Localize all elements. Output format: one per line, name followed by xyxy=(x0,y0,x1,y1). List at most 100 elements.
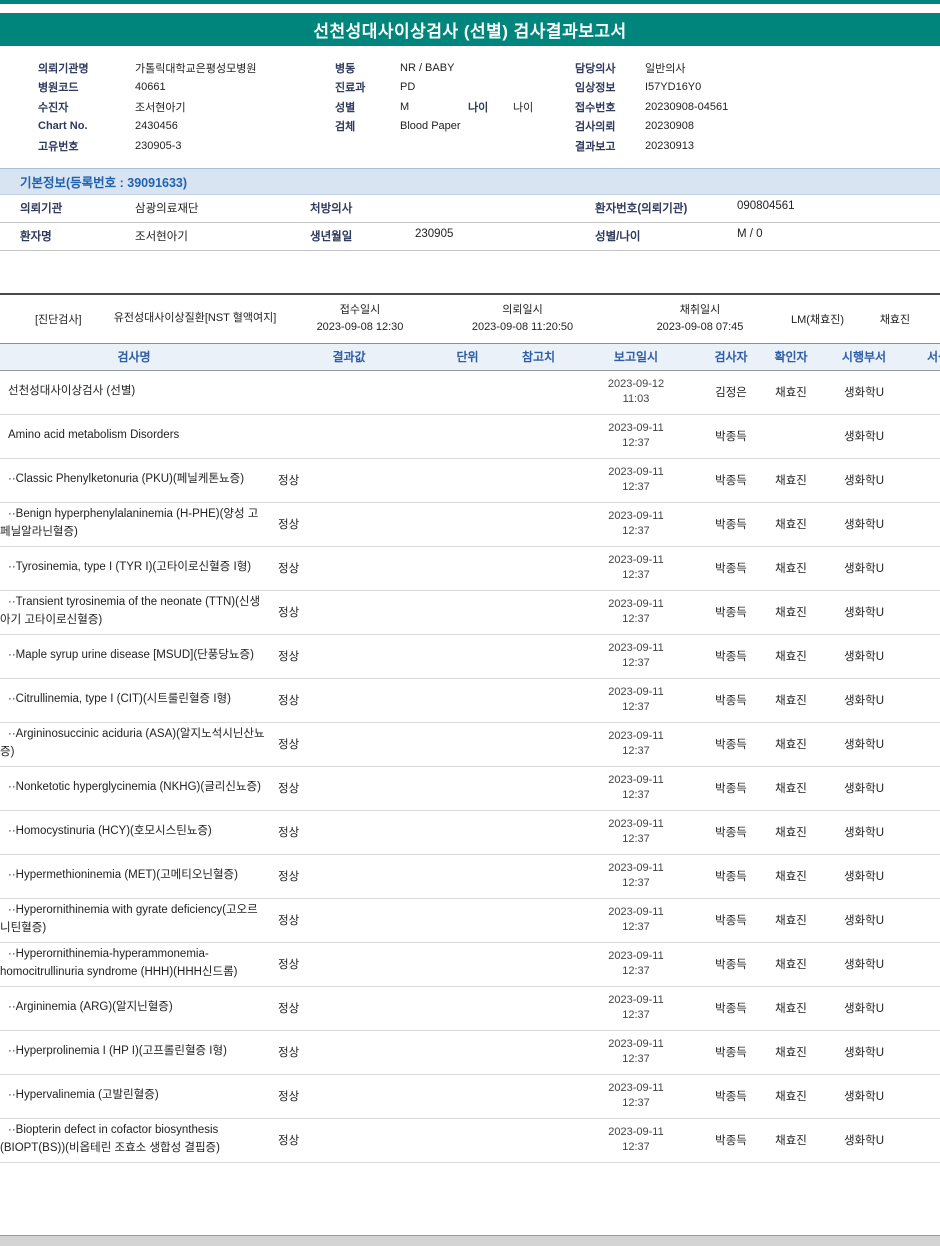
test-name: 선천성대사이상검사 (선별) xyxy=(8,385,136,398)
result-row: ··Hypermethioninemia (MET)(고메티오닌혈증) 정상 2… xyxy=(0,855,940,899)
field-value: 40661 xyxy=(135,81,166,94)
report-datetime: 2023-09-11 12:37 xyxy=(572,641,700,671)
field-value: PD xyxy=(400,81,416,94)
report-datetime: 2023-09-12 11:03 xyxy=(572,377,700,407)
result-row: ··Benign hyperphenylalaninemia (H-PHE)(양… xyxy=(0,503,940,547)
tester-name: 박종득 xyxy=(715,1135,747,1148)
datetime-label: 의뢰일시 xyxy=(502,303,543,316)
test-name: ··Citrullinemia, type I (CIT)(시트룰린혈증 I형) xyxy=(8,693,231,706)
result-row: ··Classic Phenylketonuria (PKU)(페닐케톤뇨증) … xyxy=(0,459,940,503)
department: 생화학U xyxy=(843,783,885,796)
report-datetime: 2023-09-11 12:37 xyxy=(572,1125,700,1155)
confirmer-name: 채효진 xyxy=(775,387,807,400)
report-datetime: 2023-09-11 12:37 xyxy=(572,597,700,627)
field-label: 병동 xyxy=(335,62,356,75)
field-label: 고유번호 xyxy=(38,140,79,153)
result-value: 정상 xyxy=(278,871,300,884)
results-header-cell: 검사자 xyxy=(714,350,748,365)
test-name: ··Tyrosinemia, type I (TYR I)(고타이로신혈증 I형… xyxy=(8,561,252,574)
top-accent-strip xyxy=(0,0,940,4)
field-value: 20230908 xyxy=(645,120,694,133)
datetime-value: 2023-09-08 07:45 xyxy=(656,320,744,333)
field-value: 090804561 xyxy=(737,200,795,212)
report-time: 12:37 xyxy=(622,481,650,494)
header-field: 병원코드 40661 xyxy=(38,78,335,98)
report-date: 2023-09-11 xyxy=(608,862,664,875)
field-value: 230905 xyxy=(415,228,454,240)
result-row: 선천성대사이상검사 (선별) 2023-09-12 11:03 김정은 채효진 … xyxy=(0,371,940,415)
field-value: 일반의사 xyxy=(645,62,686,75)
report-date: 2023-09-11 xyxy=(608,422,664,435)
department: 생화학U xyxy=(843,959,885,972)
basic-info-field: 생년월일 230905 xyxy=(310,228,595,244)
department: 생화학U xyxy=(843,695,885,708)
test-name: ··Homocystinuria (HCY)(호모시스틴뇨증) xyxy=(8,825,212,838)
result-value: 정상 xyxy=(278,519,300,532)
test-name: ··Hyperprolinemia I (HP I)(고프롤린혈증 I형) xyxy=(8,1045,227,1058)
results-header-cell: 서식 xyxy=(926,350,940,365)
report-date: 2023-09-11 xyxy=(608,686,664,699)
department: 생화학U xyxy=(843,871,885,884)
report-time: 12:37 xyxy=(622,1141,650,1154)
results-table-header: 검사명 결과값 단위 참고치 보고일시 검사자 확인자 시행부서 서식 xyxy=(0,342,940,371)
result-row: ··Hyperprolinemia I (HP I)(고프롤린혈증 I형) 정상… xyxy=(0,1031,940,1075)
datetime-value: 2023-09-08 11:20:50 xyxy=(471,320,574,333)
department: 생화학U xyxy=(843,1135,885,1148)
tester-name: 박종득 xyxy=(715,651,747,664)
confirmer-name: 채효진 xyxy=(775,607,807,620)
field-value: 20230913 xyxy=(645,139,694,152)
field-value: 가톨릭대학교은평성모병원 xyxy=(135,62,257,75)
confirmer-name: 채효진 xyxy=(775,871,807,884)
confirmer-name: 채효진 xyxy=(775,827,807,840)
field-value: 230905-3 xyxy=(135,139,182,152)
result-row: ··Homocystinuria (HCY)(호모시스틴뇨증) 정상 2023-… xyxy=(0,811,940,855)
confirmer-name: 채효진 xyxy=(775,475,807,488)
report-datetime: 2023-09-11 12:37 xyxy=(572,773,700,803)
report-time: 12:37 xyxy=(622,613,650,626)
result-row: ··Transient tyrosinemia of the neonate (… xyxy=(0,591,940,635)
tester-name: 박종득 xyxy=(715,431,747,444)
field-value: 삼광의료재단 xyxy=(135,203,199,215)
header-field: Chart No. 2430456 xyxy=(38,117,335,137)
results-header-cell: 보고일시 xyxy=(613,350,659,365)
department: 생화학U xyxy=(843,651,885,664)
field-label: 담당의사 xyxy=(575,62,616,75)
order-test-name: 유전성대사이상질환[NST 혈액여지] xyxy=(113,311,277,324)
report-datetime: 2023-09-11 12:37 xyxy=(572,685,700,715)
results-table-body: 선천성대사이상검사 (선별) 2023-09-12 11:03 김정은 채효진 … xyxy=(0,371,940,1163)
field-label: 임상정보 xyxy=(575,82,616,95)
report-time: 12:37 xyxy=(622,525,650,538)
report-date: 2023-09-11 xyxy=(608,730,664,743)
result-row: Amino acid metabolism Disorders 2023-09-… xyxy=(0,415,940,459)
basic-info-row: 환자명 조서현아기 생년월일 230905 성별/나이 M / 0 xyxy=(0,223,940,251)
result-row: ··Hypervalinemia (고발린혈증) 정상 2023-09-11 1… xyxy=(0,1075,940,1119)
report-datetime: 2023-09-11 12:37 xyxy=(572,817,700,847)
basic-info-bar: 기본정보(등록번호 : 39091633) xyxy=(0,167,940,195)
report-datetime: 2023-09-11 12:37 xyxy=(572,1037,700,1067)
field-label-secondary: 나이 xyxy=(468,101,489,114)
confirmer-name: 채효진 xyxy=(775,1135,807,1148)
report-date: 2023-09-11 xyxy=(608,774,664,787)
test-name: Amino acid metabolism Disorders xyxy=(8,429,180,442)
field-label: 환자번호(의뢰기관) xyxy=(595,203,688,215)
report-date: 2023-09-11 xyxy=(608,1126,664,1139)
tester-name: 박종득 xyxy=(715,915,747,928)
field-label: Chart No. xyxy=(38,120,88,133)
tester-name: 박종득 xyxy=(715,1003,747,1016)
department: 생화학U xyxy=(843,1003,885,1016)
test-name: ··Maple syrup urine disease [MSUD](단풍당뇨증… xyxy=(8,649,254,662)
field-value: 조서현아기 xyxy=(135,231,188,243)
order-datetime: 채취일시 2023-09-08 07:45 xyxy=(615,302,785,336)
report-datetime: 2023-09-11 12:37 xyxy=(572,509,700,539)
result-value: 정상 xyxy=(278,827,300,840)
test-name: ··Hypervalinemia (고발린혈증) xyxy=(8,1089,159,1102)
header-field: 임상정보 I57YD16Y0 xyxy=(575,78,940,98)
department: 생화학U xyxy=(843,915,885,928)
report-time: 12:37 xyxy=(622,437,650,450)
confirmer-name: 채효진 xyxy=(775,959,807,972)
report-datetime: 2023-09-11 12:37 xyxy=(572,729,700,759)
order-confirmer-name: 채효진 xyxy=(879,313,911,326)
field-label: 환자명 xyxy=(20,231,52,243)
order-section: [진단검사] 유전성대사이상질환[NST 혈액여지] 접수일시 2023-09-… xyxy=(0,292,940,343)
order-datetime: 의뢰일시 2023-09-08 11:20:50 xyxy=(430,302,615,336)
